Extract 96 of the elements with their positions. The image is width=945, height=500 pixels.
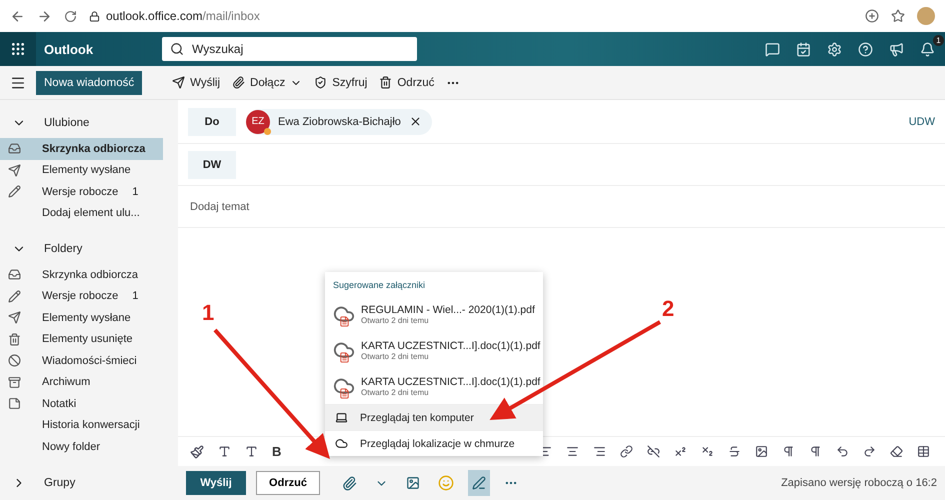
font-grow-icon [245, 445, 258, 458]
settings-icon[interactable] [827, 42, 842, 56]
folder-item[interactable]: Wersje robocze 1 [0, 286, 163, 307]
suggested-file[interactable]: REGULAMIN - Wiel...- 2020(1)(1).pdf Otwarto 2 dni temu [325, 296, 543, 332]
lock-icon [89, 10, 100, 22]
close-icon[interactable] [408, 115, 422, 128]
menu-action[interactable]: Przeglądaj ten komputer [325, 404, 543, 430]
align-center-icon [566, 445, 580, 458]
bell-icon[interactable] [920, 42, 935, 56]
pen-button[interactable] [468, 470, 490, 496]
inbox-icon [8, 142, 21, 156]
align-right-icon [593, 445, 606, 458]
calendar-icon[interactable] [796, 42, 811, 56]
shield-icon[interactable] [314, 76, 328, 89]
menu-icon[interactable] [10, 74, 26, 90]
folder-item[interactable]: Skrzynka odbiorcza [0, 138, 163, 160]
laptop-icon [335, 411, 348, 424]
new-message-button[interactable]: Nowa wiadomość [36, 70, 142, 94]
chat-icon[interactable] [765, 42, 780, 56]
folder-item[interactable]: Historia konwersacji [0, 414, 163, 436]
bold-label[interactable]: B [272, 444, 282, 459]
pencil-icon [8, 290, 21, 303]
send-button[interactable]: Wyślij [186, 471, 246, 495]
inbox-icon [8, 268, 21, 282]
megaphone-icon[interactable] [889, 42, 904, 56]
folder-item[interactable]: Nowy folder [0, 436, 163, 458]
folder-item[interactable]: Skrzynka odbiorcza [0, 264, 163, 286]
folder-item[interactable]: Notatki [0, 393, 163, 414]
help-icon[interactable] [858, 42, 873, 56]
rtl-icon [809, 445, 822, 458]
recipient-chip[interactable]: EZ Ewa Ziobrowska-Bichajło [246, 108, 432, 134]
folder-item[interactable]: Dodaj element ulu... [0, 202, 163, 224]
cloud-icon [335, 437, 348, 450]
folder-item[interactable]: Wiadomości-śmieci [0, 350, 163, 372]
discard-button[interactable]: Odrzuć [256, 471, 320, 495]
toolbar-action[interactable]: Szyfruj [314, 76, 368, 89]
menu-action[interactable]: Przeglądaj lokalizacje w chmurze [325, 430, 543, 456]
note-icon [8, 397, 21, 410]
grid-icon[interactable] [10, 41, 26, 57]
app-name: Outlook [43, 42, 94, 56]
font-size-icon [218, 445, 231, 458]
folder-item[interactable]: Archiwum [0, 372, 163, 393]
blocked-icon [8, 354, 21, 368]
section-header[interactable]: Grupy [0, 468, 170, 498]
search-icon [170, 42, 184, 56]
app-launcher-button[interactable] [0, 32, 36, 66]
ltr-icon [782, 445, 796, 458]
paperclip-icon[interactable] [232, 76, 246, 89]
address-url[interactable]: outlook.office.com/mail/inbox [106, 9, 260, 23]
image-icon[interactable] [406, 476, 420, 490]
add-icon [865, 9, 879, 23]
toolbar-action[interactable]: Dołącz [232, 76, 302, 89]
notification-count: 1 [933, 34, 944, 46]
forward-icon [37, 8, 52, 24]
folder-item[interactable]: Elementy usunięte [0, 328, 163, 350]
unlink-icon [647, 445, 660, 458]
send-icon[interactable] [172, 76, 186, 89]
to-button[interactable]: Do [188, 108, 236, 136]
star-icon [891, 9, 905, 23]
bcc-link[interactable]: UDW [908, 116, 935, 128]
trash-icon[interactable] [379, 76, 392, 89]
redo-icon [863, 445, 876, 458]
clear-format-icon [890, 445, 904, 458]
section-header[interactable]: Foldery [0, 234, 170, 264]
recipient-avatar: EZ [246, 110, 270, 134]
toolbar-action[interactable]: Odrzuć [379, 76, 434, 89]
trash-icon [8, 332, 21, 346]
archive-icon [8, 376, 21, 389]
send-icon [8, 164, 21, 177]
annotation-number: 2 [662, 296, 674, 322]
link-icon [620, 445, 634, 458]
toolbar-action[interactable]: Wyślij [172, 76, 220, 89]
section-header[interactable]: Ulubione [0, 108, 170, 138]
suggested-file[interactable]: KARTA UCZESTNICT...I].doc(1)(1).pdf Otwarto 2 dni temu [325, 332, 543, 368]
paintbrush-icon [190, 444, 204, 458]
strikethrough-icon [728, 445, 742, 458]
image-icon [755, 445, 768, 458]
folder-item[interactable]: Elementy wysłane [0, 307, 163, 328]
menu-heading: Sugerowane załączniki [332, 280, 426, 292]
save-status: Zapisano wersję roboczą o 16:2 [781, 477, 937, 489]
send-icon [8, 311, 21, 324]
paperclip-icon[interactable] [342, 476, 357, 490]
folder-item[interactable]: Wersje robocze 1 [0, 181, 163, 202]
folder-item[interactable]: Elementy wysłane [0, 160, 163, 181]
reload-icon [64, 10, 77, 22]
subscript-icon [701, 445, 714, 458]
pencil-icon [8, 185, 21, 198]
back-icon [10, 8, 25, 24]
search-field[interactable]: Wyszukaj [162, 37, 417, 61]
cc-button[interactable]: DW [188, 150, 236, 178]
undo-icon [836, 445, 850, 458]
superscript-icon [674, 445, 688, 458]
annotation-number: 1 [202, 300, 214, 326]
pen-icon[interactable] [472, 476, 486, 490]
suggested-file[interactable]: KARTA UCZESTNICT...I].doc(1)(1).pdf Otwarto 2 dni temu [325, 368, 543, 404]
table-icon [917, 445, 930, 458]
